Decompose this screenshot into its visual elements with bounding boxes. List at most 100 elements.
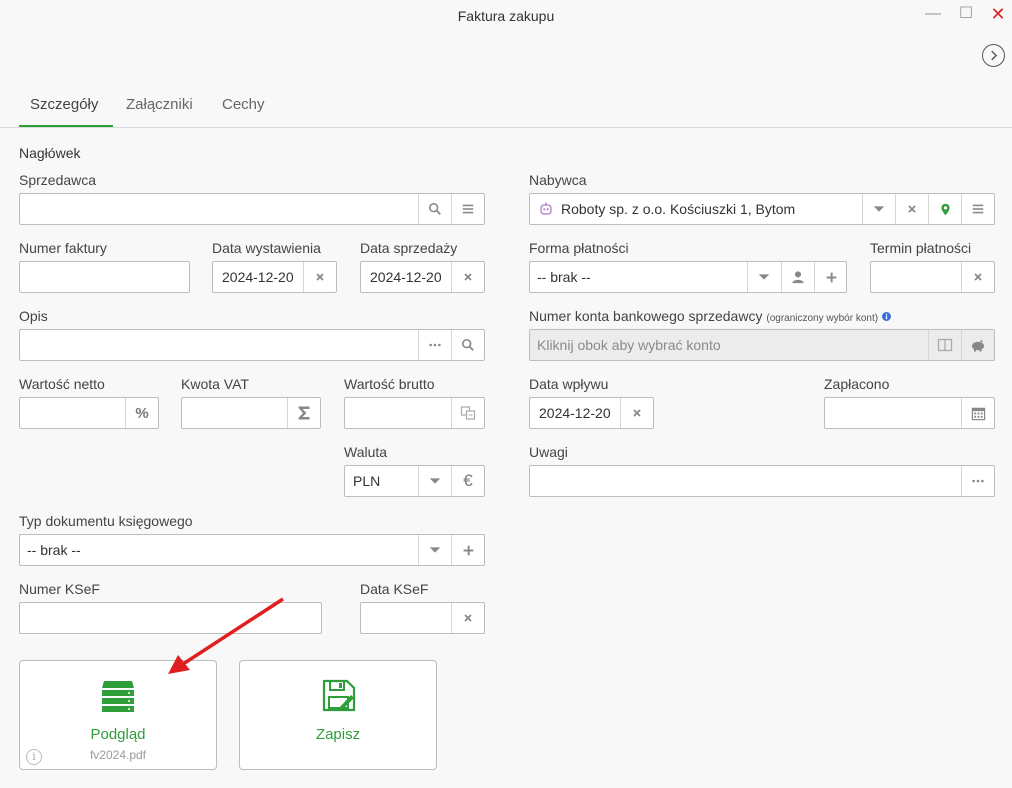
euro-icon: € — [463, 471, 473, 490]
wartosc-netto-label: Wartość netto — [19, 376, 105, 392]
tab-szczegoly[interactable]: Szczegóły — [30, 96, 98, 113]
opis-field[interactable] — [19, 329, 485, 361]
nabywca-field[interactable]: Roboty sp. z o.o. Kościuszki 1, Bytom — [529, 193, 995, 225]
numer-konta-piggy-button[interactable] — [961, 330, 994, 360]
clear-icon — [314, 271, 326, 283]
kwota-vat-field[interactable] — [181, 397, 321, 429]
numer-ksef-field[interactable] — [19, 602, 322, 634]
waluta-value: PLN — [353, 473, 381, 489]
forma-platnosci-dropdown-button[interactable] — [747, 262, 780, 292]
data-ksef-clear-button[interactable] — [451, 603, 484, 633]
zaplacono-field[interactable] — [824, 397, 995, 429]
close-button[interactable]: ✕ — [986, 4, 1010, 26]
forma-platnosci-add-button[interactable] — [814, 262, 847, 292]
kwota-vat-sum-button[interactable] — [287, 398, 320, 428]
clear-icon — [906, 203, 918, 215]
numer-ksef-label: Numer KSeF — [19, 581, 100, 597]
numer-konta-field[interactable]: Kliknij obok aby wybrać konto — [529, 329, 995, 361]
clear-icon — [972, 271, 984, 283]
numer-konta-label-text: Numer konta bankowego sprzedawcy — [529, 308, 763, 324]
clear-icon — [462, 612, 474, 624]
data-ksef-label: Data KSeF — [360, 581, 429, 597]
tab-divider — [0, 127, 1012, 128]
data-wystawienia-label: Data wystawienia — [212, 240, 321, 256]
wartosc-netto-field[interactable]: % — [19, 397, 159, 429]
sprzedawca-field[interactable] — [19, 193, 485, 225]
clear-icon — [631, 407, 643, 419]
wartosc-netto-percent-button[interactable]: % — [125, 398, 158, 428]
waluta-field[interactable]: PLN € — [344, 465, 485, 497]
numer-konta-note: (ograniczony wybór kont) — [766, 313, 879, 324]
list-icon — [971, 202, 985, 216]
waluta-label: Waluta — [344, 444, 388, 460]
typ-dokumentu-field[interactable]: -- brak -- — [19, 534, 485, 566]
sigma-icon — [296, 405, 312, 421]
data-wplywu-clear-button[interactable] — [620, 398, 653, 428]
data-sprzedazy-value: 2024-12-20 — [370, 269, 442, 285]
nabywca-dropdown-button[interactable] — [862, 194, 895, 224]
podglad-label: Podgląd — [90, 726, 146, 743]
more-icon — [971, 474, 985, 488]
typ-dokumentu-label: Typ dokumentu księgowego — [19, 513, 193, 529]
wartosc-brutto-field[interactable] — [344, 397, 485, 429]
termin-platnosci-field[interactable] — [870, 261, 995, 293]
zapisz-button[interactable]: Zapisz — [239, 660, 437, 770]
numer-faktury-label: Numer faktury — [19, 240, 107, 256]
sprzedawca-list-button[interactable] — [451, 194, 484, 224]
forma-platnosci-value: -- brak -- — [537, 269, 591, 285]
calendar-icon — [971, 406, 986, 421]
numer-konta-label: Numer konta bankowego sprzedawcy (ograni… — [529, 308, 891, 324]
wartosc-brutto-calc-button[interactable] — [451, 398, 484, 428]
save-icon — [322, 679, 356, 712]
sprzedawca-search-button[interactable] — [418, 194, 451, 224]
data-wystawienia-value: 2024-12-20 — [222, 269, 294, 285]
minimize-button[interactable]: — — [921, 4, 945, 26]
data-ksef-field[interactable] — [360, 602, 485, 634]
opis-more-button[interactable] — [418, 330, 451, 360]
data-sprzedazy-field[interactable]: 2024-12-20 — [360, 261, 485, 293]
data-wplywu-label: Data wpływu — [529, 376, 609, 392]
tab-cechy[interactable]: Cechy — [222, 96, 265, 113]
forma-platnosci-label: Forma płatności — [529, 240, 629, 256]
search-icon — [461, 338, 475, 352]
data-wystawienia-field[interactable]: 2024-12-20 — [212, 261, 337, 293]
nabywca-list-button[interactable] — [961, 194, 994, 224]
uwagi-field[interactable] — [529, 465, 995, 497]
robot-icon — [540, 202, 552, 215]
map-pin-icon — [939, 203, 952, 216]
user-icon — [791, 270, 805, 284]
forma-platnosci-user-button[interactable] — [781, 262, 814, 292]
document-stack-icon — [102, 681, 134, 712]
info-icon[interactable]: i — [26, 749, 42, 765]
plus-icon — [825, 271, 838, 284]
data-sprzedazy-clear-button[interactable] — [451, 262, 484, 292]
zapisz-label: Zapisz — [315, 726, 361, 743]
termin-platnosci-clear-button[interactable] — [961, 262, 994, 292]
typ-dokumentu-dropdown-button[interactable] — [418, 535, 451, 565]
podglad-button[interactable]: Podgląd fv2024.pdf i — [19, 660, 217, 770]
numer-konta-book-button[interactable] — [928, 330, 961, 360]
nabywca-clear-button[interactable] — [895, 194, 928, 224]
tab-zalaczniki[interactable]: Załączniki — [126, 96, 193, 113]
piggy-bank-icon — [970, 337, 986, 353]
section-title: Nagłówek — [19, 145, 81, 161]
data-wplywu-value: 2024-12-20 — [539, 405, 611, 421]
calculator-icon — [460, 405, 476, 421]
maximize-button[interactable]: ☐ — [954, 4, 978, 26]
numer-faktury-field[interactable] — [19, 261, 190, 293]
book-icon — [937, 337, 953, 353]
forma-platnosci-field[interactable]: -- brak -- — [529, 261, 847, 293]
zaplacono-calendar-button[interactable] — [961, 398, 994, 428]
next-record-button[interactable] — [982, 44, 1005, 67]
waluta-dropdown-button[interactable] — [418, 466, 451, 496]
typ-dokumentu-value: -- brak -- — [27, 542, 81, 558]
uwagi-more-button[interactable] — [961, 466, 994, 496]
opis-search-button[interactable] — [451, 330, 484, 360]
info-icon[interactable] — [881, 312, 891, 321]
nabywca-location-button[interactable] — [928, 194, 961, 224]
data-wystawienia-clear-button[interactable] — [303, 262, 336, 292]
data-wplywu-field[interactable]: 2024-12-20 — [529, 397, 654, 429]
waluta-currency-button[interactable]: € — [451, 466, 484, 496]
chevron-down-icon — [428, 543, 442, 557]
typ-dokumentu-add-button[interactable] — [451, 535, 484, 565]
